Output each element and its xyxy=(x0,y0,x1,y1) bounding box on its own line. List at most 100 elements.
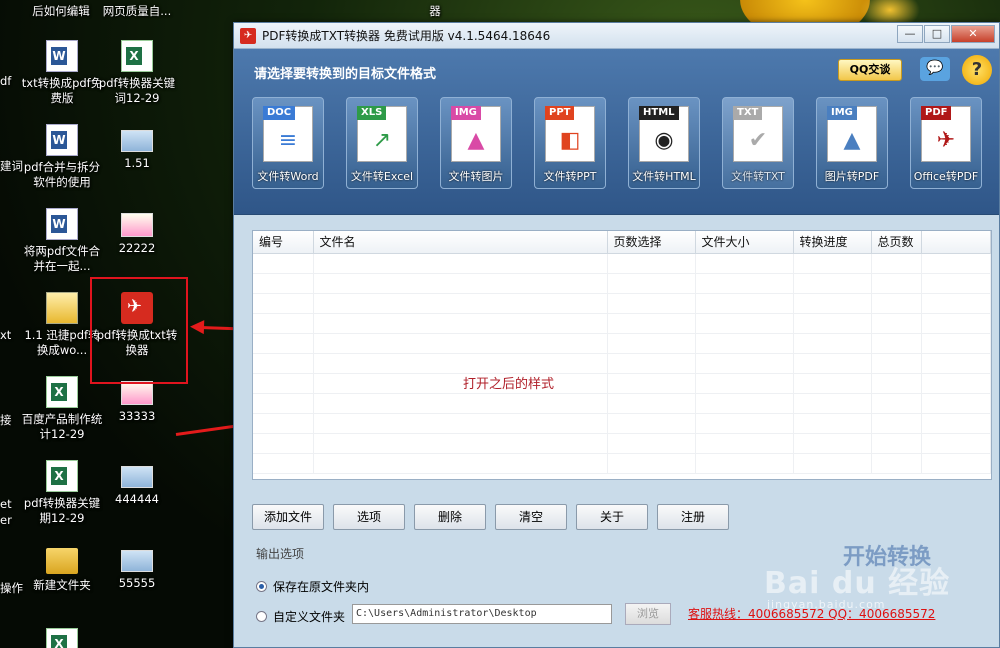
minimize-button[interactable]: — xyxy=(897,25,923,43)
title-bar[interactable]: ✈ PDF转换成TXT转换器 免费试用版 v4.1.5464.18646 — □… xyxy=(234,23,999,49)
table-cell xyxy=(607,333,696,354)
desktop-icon-1-51[interactable]: 1.51 xyxy=(96,124,178,171)
table-cell xyxy=(313,333,608,354)
table-cell xyxy=(871,353,922,374)
radio-selected[interactable] xyxy=(256,581,267,592)
image-file-icon xyxy=(121,550,153,572)
app-window: ✈ PDF转换成TXT转换器 免费试用版 v4.1.5464.18646 — □… xyxy=(233,22,1000,648)
column-header-filename[interactable]: 文件名 xyxy=(313,231,608,254)
table-row[interactable] xyxy=(253,373,991,394)
maximize-button[interactable]: □ xyxy=(924,25,950,43)
output-section-title: 输出选项 xyxy=(256,547,305,561)
option-label: 自定义文件夹 xyxy=(273,610,346,624)
desktop-icon-22222[interactable]: 22222 xyxy=(96,208,178,256)
table-cell xyxy=(921,333,991,354)
table-cell xyxy=(921,273,991,294)
table-cell xyxy=(793,273,872,294)
desktop-icon-pdf-keywords-period[interactable]: pdf转换器关键期12-29 xyxy=(21,460,103,526)
table-row[interactable] xyxy=(253,413,991,434)
table-row[interactable] xyxy=(253,313,991,334)
option-custom-folder[interactable]: 自定义文件夹 xyxy=(256,608,345,625)
table-cell xyxy=(313,453,608,474)
desktop-icon-top-1[interactable]: 后如何编辑 xyxy=(20,4,102,19)
register-button[interactable]: 注册 xyxy=(657,504,729,530)
table-cell xyxy=(695,393,794,414)
option-same-folder[interactable]: 保存在原文件夹内 xyxy=(256,578,369,595)
table-row[interactable] xyxy=(253,353,991,374)
format-option-doc-0[interactable]: DOC ≡ 文件转Word xyxy=(252,97,324,189)
format-option-xls-1[interactable]: XLS ↗ 文件转Excel xyxy=(346,97,418,189)
desktop-icon-label: 33333 xyxy=(118,409,156,423)
desktop-icon-top-2[interactable]: 网页质量自... xyxy=(96,4,178,19)
delete-button[interactable]: 删除 xyxy=(414,504,486,530)
help-icon[interactable]: ? xyxy=(962,55,992,85)
format-tag: PDF xyxy=(921,106,952,120)
desktop-icon-pdf-merge[interactable]: pdf合并与拆分软件的使用 xyxy=(21,124,103,190)
table-cell xyxy=(695,433,794,454)
radio-unselected[interactable] xyxy=(256,611,267,622)
format-option-img-2[interactable]: IMG ▲ 文件转图片 xyxy=(440,97,512,189)
format-option-html-4[interactable]: HTML ◉ 文件转HTML xyxy=(628,97,700,189)
column-header-file-size[interactable]: 文件大小 xyxy=(695,231,794,254)
image-file-icon xyxy=(121,213,153,237)
table-row[interactable] xyxy=(253,253,991,274)
table-cell xyxy=(793,253,872,274)
format-option-txt-5[interactable]: TXT ✔ 文件转TXT xyxy=(722,97,794,189)
table-cell xyxy=(695,373,794,394)
format-option-pdf-7[interactable]: PDF ✈ Office转PDF xyxy=(910,97,982,189)
desktop-icon-merge-two-pdf[interactable]: 将两pdf文件合并在一起... xyxy=(21,208,103,274)
file-table[interactable]: 编号 文件名 页数选择 文件大小 转换进度 总页数 打开之后的样式 xyxy=(252,230,992,480)
desktop-icon-txt-to-pdf[interactable]: txt转换成pdf免费版 xyxy=(21,40,103,106)
desktop-icon-pdf-keywords[interactable]: pdf转换器关键词12-29 xyxy=(96,40,178,106)
table-cell xyxy=(253,453,314,474)
table-cell xyxy=(871,333,922,354)
format-label: 文件转HTML xyxy=(632,170,696,183)
format-option-img-6[interactable]: IMG ▲ 图片转PDF xyxy=(816,97,888,189)
browse-button[interactable]: 浏览 xyxy=(625,603,671,625)
output-path-input[interactable]: C:\Users\Administrator\Desktop xyxy=(352,604,612,624)
table-row[interactable] xyxy=(253,293,991,314)
qq-chat-button[interactable]: QQ交谈 xyxy=(838,59,902,81)
options-button[interactable]: 选项 xyxy=(333,504,405,530)
format-header: 请选择要转换到的目标文件格式 QQ交谈 💬 ? DOC ≡ 文件转Word XLS ↗ 文… xyxy=(234,49,999,215)
desktop-icon-444444[interactable]: 444444 xyxy=(96,460,178,507)
table-cell xyxy=(695,253,794,274)
format-tag: IMG xyxy=(827,106,857,120)
table-row[interactable] xyxy=(253,433,991,454)
desktop-icon-partial[interactable] xyxy=(21,628,103,648)
column-header-progress[interactable]: 转换进度 xyxy=(793,231,872,254)
table-row[interactable] xyxy=(253,393,991,414)
table-row[interactable] xyxy=(253,333,991,354)
desktop-icon-new-folder[interactable]: 新建文件夹 xyxy=(21,544,103,593)
table-cell xyxy=(607,293,696,314)
table-cell xyxy=(871,253,922,274)
column-header-total-pages[interactable]: 总页数 xyxy=(871,231,922,254)
table-cell xyxy=(921,313,991,334)
format-option-ppt-3[interactable]: PPT ◧ 文件转PPT xyxy=(534,97,606,189)
add-file-button[interactable]: 添加文件 xyxy=(252,504,324,530)
table-cell xyxy=(607,313,696,334)
table-cell xyxy=(313,433,608,454)
desktop-icon-baidu-stats[interactable]: 百度产品制作统计12-29 xyxy=(21,376,103,442)
desktop-icon-top-3[interactable]: 器 xyxy=(394,4,476,19)
desktop-edge-label: et er xyxy=(0,497,12,527)
format-tag: TXT xyxy=(733,106,763,120)
window-controls: — □ ✕ xyxy=(896,25,995,43)
close-button[interactable]: ✕ xyxy=(951,25,995,43)
clear-button[interactable]: 清空 xyxy=(495,504,567,530)
highlight-box xyxy=(90,277,188,384)
column-header-index[interactable]: 编号 xyxy=(253,231,314,254)
chat-bubble-icon[interactable]: 💬 xyxy=(920,57,950,81)
desktop-icon-55555[interactable]: 55555 xyxy=(96,544,178,591)
table-row[interactable] xyxy=(253,453,991,474)
table-row[interactable] xyxy=(253,273,991,294)
format-glyph-icon: ✔ xyxy=(748,128,768,153)
column-header-page-select[interactable]: 页数选择 xyxy=(607,231,696,254)
format-glyph-icon: ▲ xyxy=(467,128,485,153)
table-cell xyxy=(871,313,922,334)
table-cell xyxy=(313,393,608,414)
table-cell xyxy=(607,453,696,474)
format-label: 文件转Word xyxy=(257,170,319,183)
about-button[interactable]: 关于 xyxy=(576,504,648,530)
table-cell xyxy=(607,253,696,274)
